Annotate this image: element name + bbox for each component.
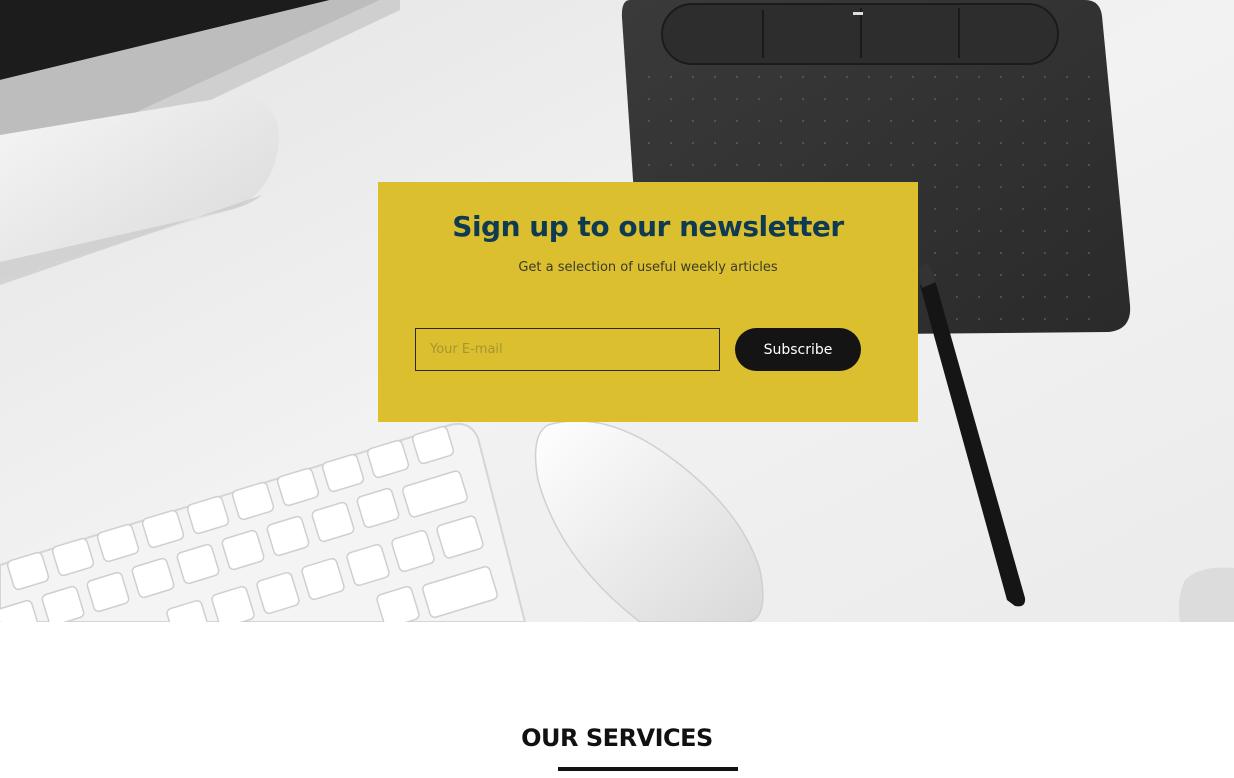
services-heading: OUR SERVICES [521,724,713,752]
newsletter-signup-card: Sign up to our newsletter Get a selectio… [378,182,918,422]
subscribe-button[interactable]: Subscribe [735,328,861,371]
newsletter-subtitle: Get a selection of useful weekly article… [518,260,778,275]
newsletter-title: Sign up to our newsletter [452,210,844,243]
email-input[interactable] [415,328,720,371]
services-heading-underline [558,767,738,771]
hero-section: Sign up to our newsletter Get a selectio… [0,0,1234,622]
